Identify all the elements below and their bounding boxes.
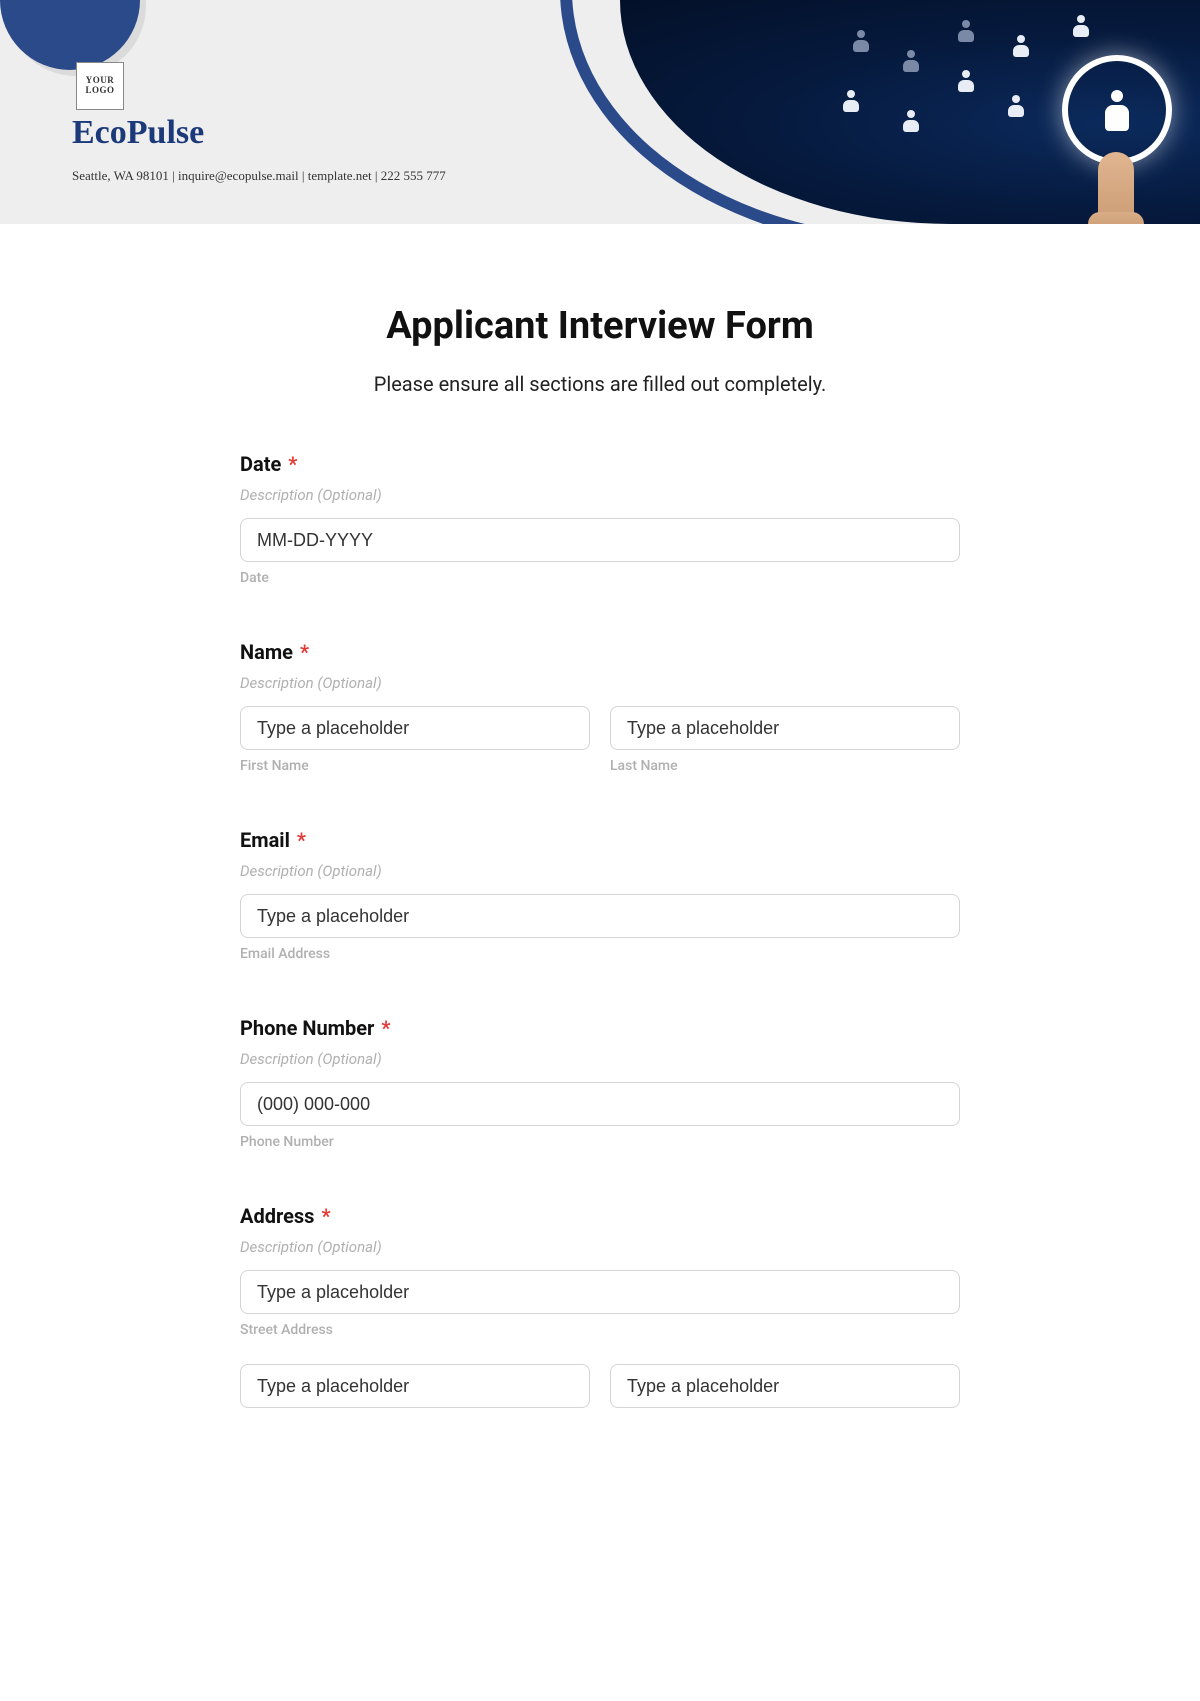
field-group-date: Date * Description (Optional) Date (240, 452, 960, 586)
address-input-2[interactable] (240, 1364, 590, 1408)
last-name-sublabel: Last Name (610, 758, 960, 774)
form-title: Applicant Interview Form (240, 304, 960, 348)
label-text: Address (240, 1204, 314, 1228)
date-description[interactable]: Description (Optional) (240, 486, 960, 504)
address-label: Address * (240, 1204, 960, 1228)
email-description[interactable]: Description (Optional) (240, 862, 960, 880)
required-mark: * (381, 1016, 390, 1040)
label-text: Date (240, 452, 281, 476)
address-description[interactable]: Description (Optional) (240, 1238, 960, 1256)
first-name-sublabel: First Name (240, 758, 590, 774)
email-label: Email * (240, 828, 960, 852)
label-text: Phone Number (240, 1016, 374, 1040)
date-input[interactable] (240, 518, 960, 562)
brand-contact: Seattle, WA 98101 | inquire@ecopulse.mai… (72, 168, 446, 184)
field-group-email: Email * Description (Optional) Email Add… (240, 828, 960, 962)
phone-label: Phone Number * (240, 1016, 960, 1040)
label-text: Name (240, 640, 293, 664)
email-input[interactable] (240, 894, 960, 938)
date-sublabel: Date (240, 570, 960, 586)
street-address-sublabel: Street Address (240, 1322, 960, 1338)
logo-placeholder: YOUR LOGO (76, 62, 124, 110)
street-address-input[interactable] (240, 1270, 960, 1314)
email-sublabel: Email Address (240, 946, 960, 962)
field-group-name: Name * Description (Optional) First Name… (240, 640, 960, 774)
field-group-phone: Phone Number * Description (Optional) Ph… (240, 1016, 960, 1150)
date-label: Date * (240, 452, 960, 476)
name-label: Name * (240, 640, 960, 664)
form-subtitle: Please ensure all sections are filled ou… (240, 372, 960, 396)
phone-input[interactable] (240, 1082, 960, 1126)
header-banner: YOUR LOGO EcoPulse Seattle, WA 98101 | i… (0, 0, 1200, 224)
phone-description[interactable]: Description (Optional) (240, 1050, 960, 1068)
field-group-address: Address * Description (Optional) Street … (240, 1204, 960, 1408)
first-name-input[interactable] (240, 706, 590, 750)
required-mark: * (300, 640, 309, 664)
circle-accent (0, 0, 140, 70)
hero-arc (560, 0, 1200, 224)
required-mark: * (288, 452, 297, 476)
required-mark: * (297, 828, 306, 852)
brand-name: EcoPulse (72, 114, 204, 152)
required-mark: * (321, 1204, 330, 1228)
last-name-input[interactable] (610, 706, 960, 750)
name-description[interactable]: Description (Optional) (240, 674, 960, 692)
phone-sublabel: Phone Number (240, 1134, 960, 1150)
label-text: Email (240, 828, 290, 852)
form-container: Applicant Interview Form Please ensure a… (190, 224, 1010, 1408)
address-input-3[interactable] (610, 1364, 960, 1408)
